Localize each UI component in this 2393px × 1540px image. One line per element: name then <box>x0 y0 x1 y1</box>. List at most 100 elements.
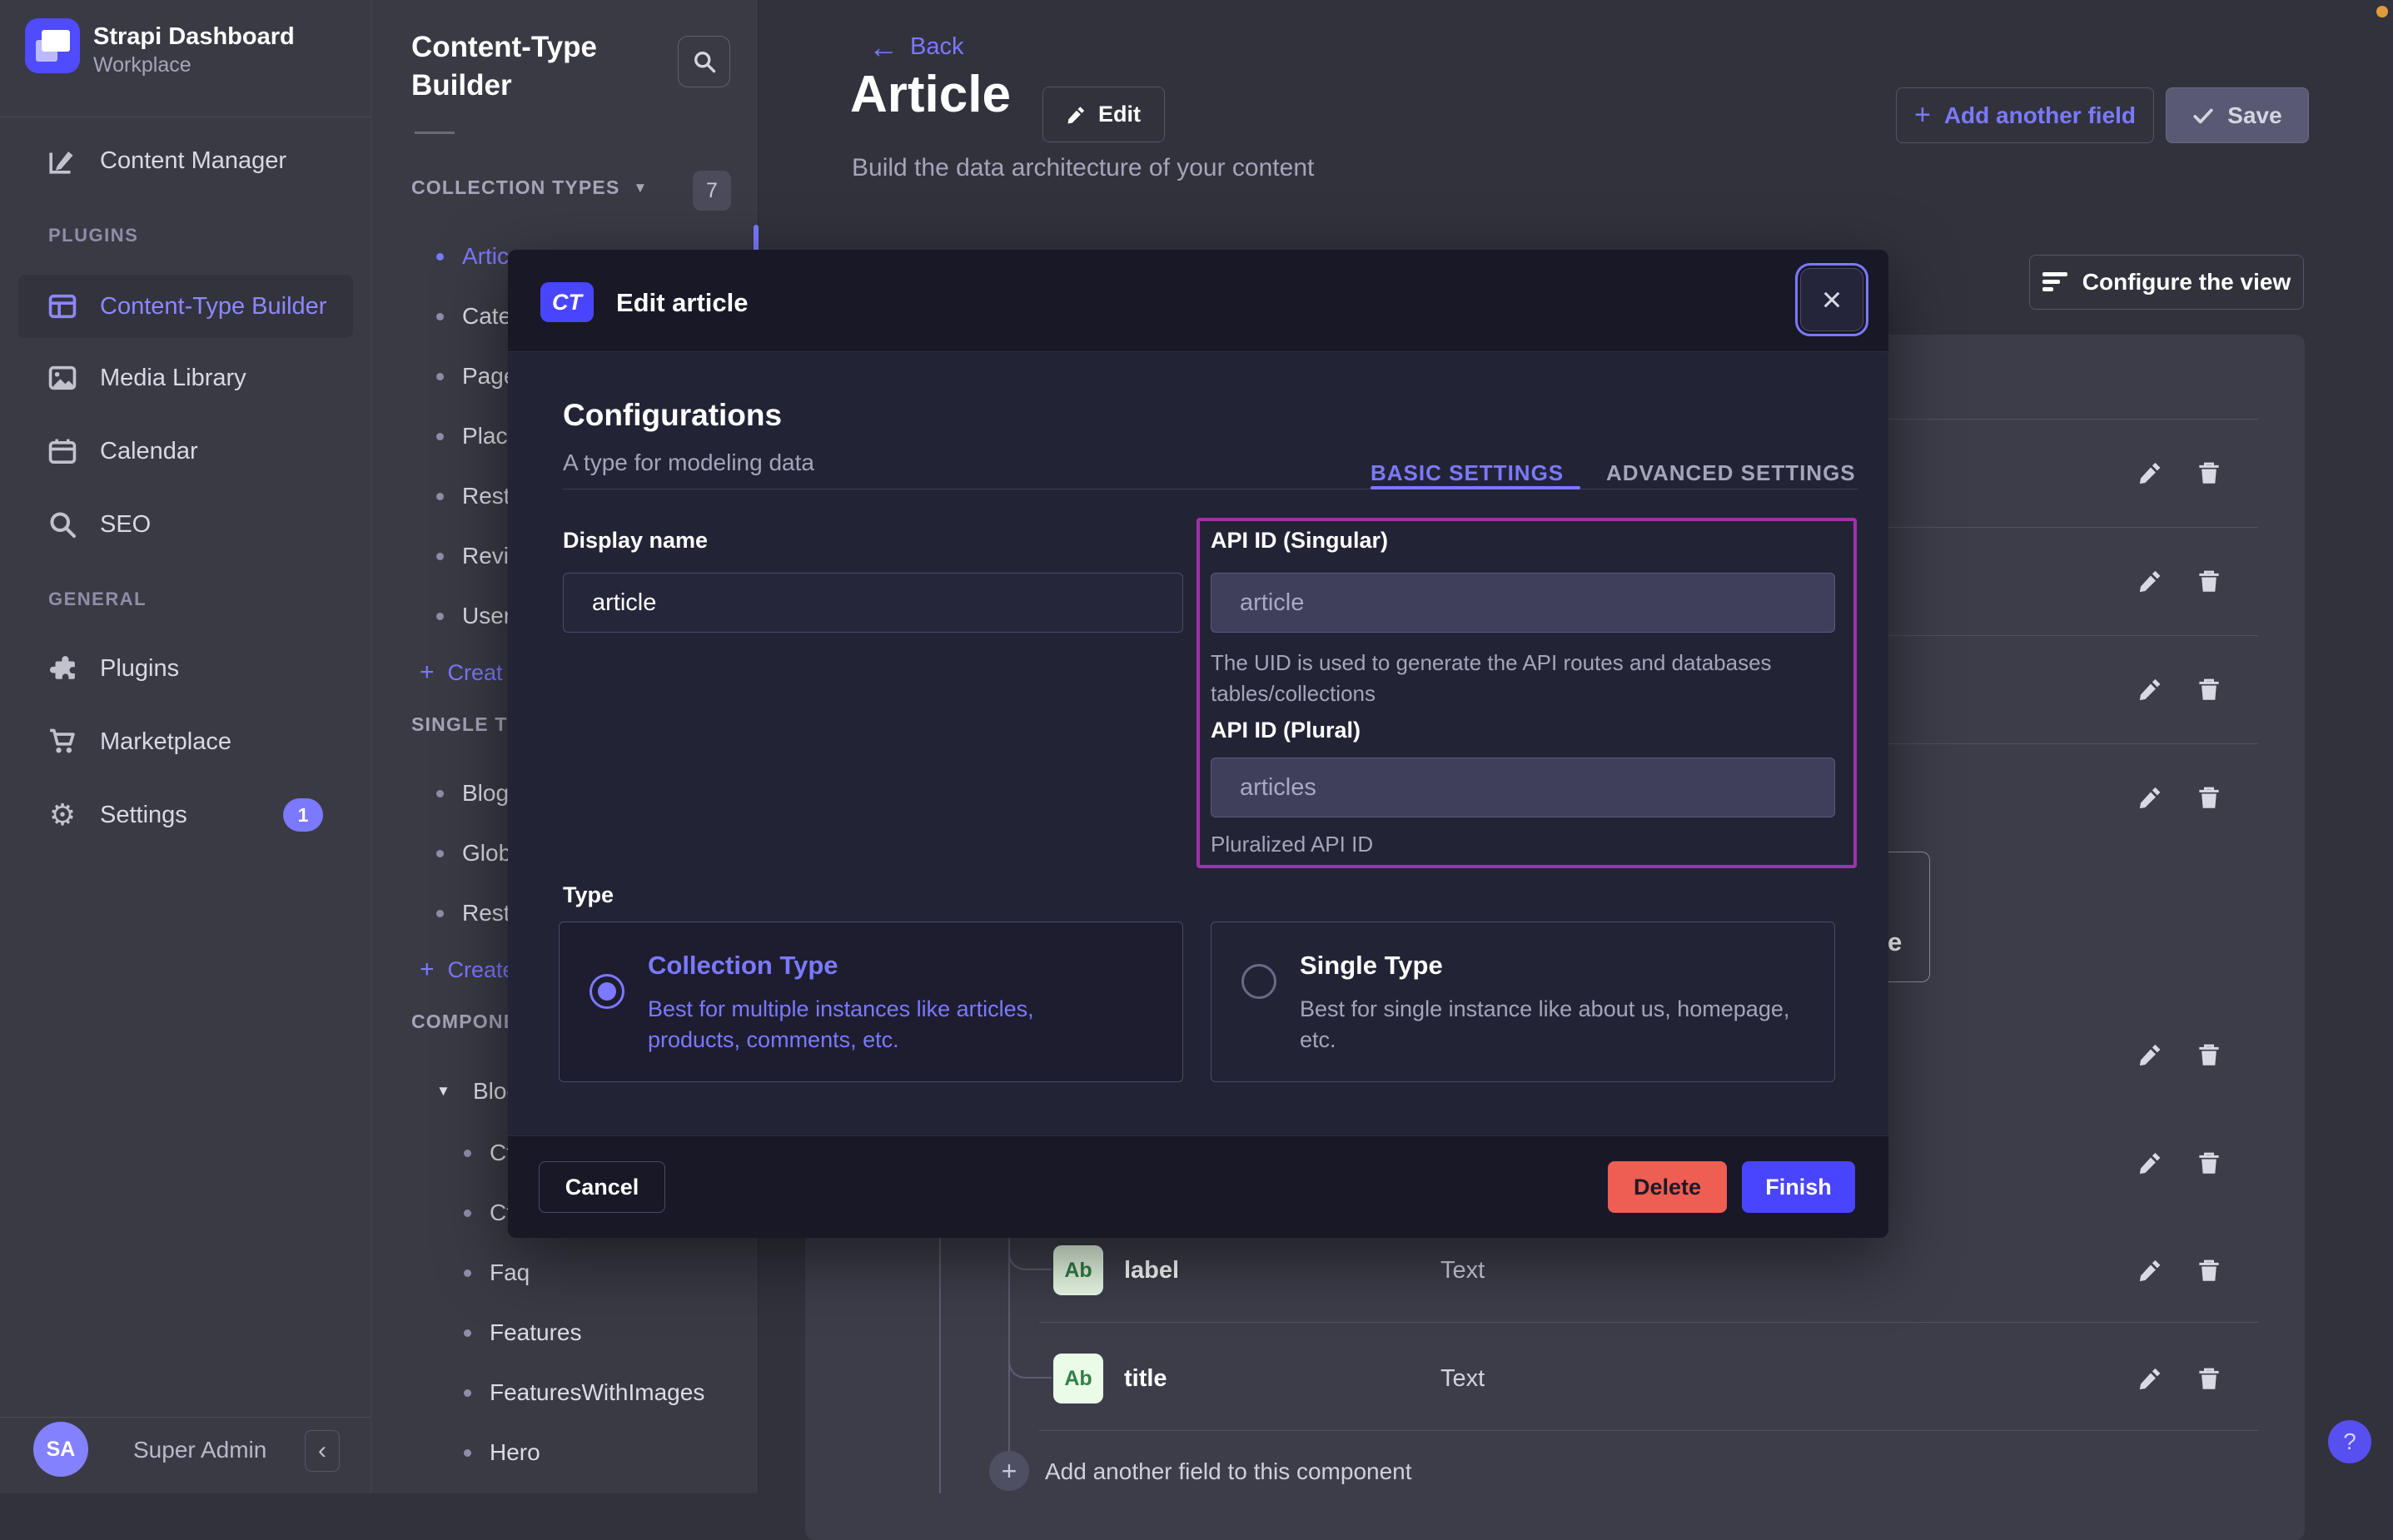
trash-icon <box>2196 460 2221 485</box>
delete-field-button[interactable] <box>2191 563 2227 599</box>
sidebar-item-settings[interactable]: ⚙ Settings 1 <box>18 783 353 847</box>
sidebar-item-content-manager[interactable]: Content Manager <box>18 129 353 192</box>
edit-field-button[interactable] <box>2132 1145 2169 1181</box>
component-item[interactable]: Ct <box>464 1136 513 1170</box>
edit-field-button[interactable] <box>2132 1360 2169 1397</box>
sidebar-item-label: Content Manager <box>100 147 286 175</box>
collection-item-article[interactable]: Artic <box>436 240 509 273</box>
back-link[interactable]: ← Back <box>868 33 963 61</box>
collection-types-header[interactable]: COLLECTION TYPES ▼ <box>411 176 649 199</box>
bullet-icon <box>436 910 444 917</box>
delete-button[interactable]: Delete <box>1608 1161 1727 1213</box>
strapi-logo <box>25 18 80 73</box>
trash-icon <box>2196 1258 2221 1283</box>
component-item[interactable]: Ct <box>464 1196 513 1230</box>
single-type-description: Best for single instance like about us, … <box>1300 994 1816 1056</box>
arrow-left-icon: ← <box>868 35 898 59</box>
component-group-blocks[interactable]: ▼Bloc <box>436 1075 518 1108</box>
display-name-input[interactable] <box>563 573 1183 633</box>
component-item-hero[interactable]: Hero <box>464 1436 540 1469</box>
edit-field-button[interactable] <box>2132 455 2169 491</box>
delete-field-button[interactable] <box>2191 1036 2227 1073</box>
bullet-icon <box>464 1329 471 1337</box>
single-types-header[interactable]: SINGLE TY <box>411 713 521 736</box>
active-tab-underline <box>1371 486 1580 489</box>
sidebar-item-plugins[interactable]: Plugins <box>18 637 353 700</box>
edit-field-button[interactable] <box>2132 671 2169 708</box>
sidebar-item-calendar[interactable]: Calendar <box>18 420 353 483</box>
collection-item[interactable]: Rest <box>436 479 510 513</box>
field-type-badge: Ab <box>1053 1354 1103 1403</box>
save-button[interactable]: Save <box>2166 87 2309 143</box>
tab-basic-settings[interactable]: BASIC SETTINGS <box>1371 440 1564 486</box>
single-type-item[interactable]: Blog <box>436 777 509 810</box>
delete-field-button[interactable] <box>2191 455 2227 491</box>
collection-item[interactable]: Revi <box>436 539 509 573</box>
close-icon[interactable]: × <box>1800 268 1863 331</box>
search-button[interactable] <box>678 36 730 87</box>
sidebar-item-media-library[interactable]: Media Library <box>18 346 353 410</box>
field-type: Text <box>1440 1257 1485 1284</box>
help-button[interactable]: ? <box>2328 1420 2371 1463</box>
gear-icon: ⚙ <box>48 801 77 829</box>
add-field-to-component-link[interactable]: Add another field to this component <box>1045 1458 1412 1485</box>
add-another-field-button[interactable]: + Add another field <box>1896 87 2154 143</box>
bullet-icon <box>464 1389 471 1397</box>
delete-field-button[interactable] <box>2191 671 2227 708</box>
add-field-plus-icon[interactable]: + <box>989 1451 1029 1491</box>
plus-icon: + <box>1914 99 1931 132</box>
single-type-item[interactable]: Rest <box>436 897 510 930</box>
single-type-item[interactable]: Glob <box>436 837 511 870</box>
finish-button[interactable]: Finish <box>1742 1161 1855 1213</box>
edit-field-button[interactable] <box>2132 779 2169 816</box>
tree-line <box>1008 1238 1010 1451</box>
avatar[interactable]: SA <box>33 1422 88 1477</box>
component-item-faq[interactable]: Faq <box>464 1256 530 1289</box>
collection-item[interactable]: Plac <box>436 420 507 453</box>
api-id-singular-help: The UID is used to generate the API rout… <box>1211 648 1852 709</box>
collection-item[interactable]: User <box>436 599 511 633</box>
collection-type-description: Best for multiple instances like article… <box>648 994 1114 1056</box>
page-title: Article <box>850 65 1011 124</box>
sidebar-item-marketplace[interactable]: Marketplace <box>18 710 353 773</box>
display-name-label: Display name <box>563 528 708 554</box>
tree-line <box>939 1238 941 1493</box>
create-single-type-link[interactable]: +Create <box>420 953 515 986</box>
delete-field-button[interactable] <box>2191 779 2227 816</box>
configure-view-button[interactable]: Configure the view <box>2029 255 2304 310</box>
configurations-heading: Configurations <box>563 398 782 433</box>
edit-field-button[interactable] <box>2132 1252 2169 1289</box>
collection-item[interactable]: Page <box>436 360 516 393</box>
edit-field-button[interactable] <box>2132 563 2169 599</box>
edit-field-button[interactable] <box>2132 1036 2169 1073</box>
api-id-singular-input[interactable] <box>1211 573 1835 633</box>
sidebar-item-seo[interactable]: SEO <box>18 493 353 556</box>
sidebar-item-label: Content-Type Builder <box>100 293 326 320</box>
collection-type-option[interactable]: Collection Type Best for multiple instan… <box>559 922 1183 1082</box>
sidebar-item-content-type-builder[interactable]: Content-Type Builder <box>18 275 353 338</box>
configurations-subheading: A type for modeling data <box>563 450 814 476</box>
radio-selected-icon[interactable] <box>590 974 624 1009</box>
trash-icon <box>2196 1042 2221 1067</box>
component-item-features[interactable]: Features <box>464 1316 582 1349</box>
radio-unselected-icon[interactable] <box>1241 964 1276 999</box>
components-header[interactable]: COMPONE <box>411 1011 517 1033</box>
sidebar-item-label: Settings <box>100 802 187 829</box>
collection-item[interactable]: Cate <box>436 300 511 333</box>
component-item-featureswithimages[interactable]: FeaturesWithImages <box>464 1376 704 1409</box>
bullet-icon <box>436 790 444 797</box>
cancel-button[interactable]: Cancel <box>539 1161 665 1213</box>
edit-button[interactable]: Edit <box>1042 87 1165 142</box>
api-id-plural-input[interactable] <box>1211 758 1835 817</box>
single-type-option[interactable]: Single Type Best for single instance lik… <box>1211 922 1835 1082</box>
delete-field-button[interactable] <box>2191 1252 2227 1289</box>
recording-indicator-dot <box>2376 6 2388 17</box>
delete-field-button[interactable] <box>2191 1145 2227 1181</box>
create-collection-type-link[interactable]: +Creat <box>420 656 503 689</box>
field-type-badge: Ab <box>1053 1245 1103 1295</box>
delete-field-button[interactable] <box>2191 1360 2227 1397</box>
sidebar-collapse-button[interactable]: ‹ <box>305 1430 340 1472</box>
tab-advanced-settings[interactable]: ADVANCED SETTINGS <box>1606 440 1856 486</box>
bullet-icon <box>436 253 444 261</box>
api-id-plural-help: Pluralized API ID <box>1211 829 1852 860</box>
